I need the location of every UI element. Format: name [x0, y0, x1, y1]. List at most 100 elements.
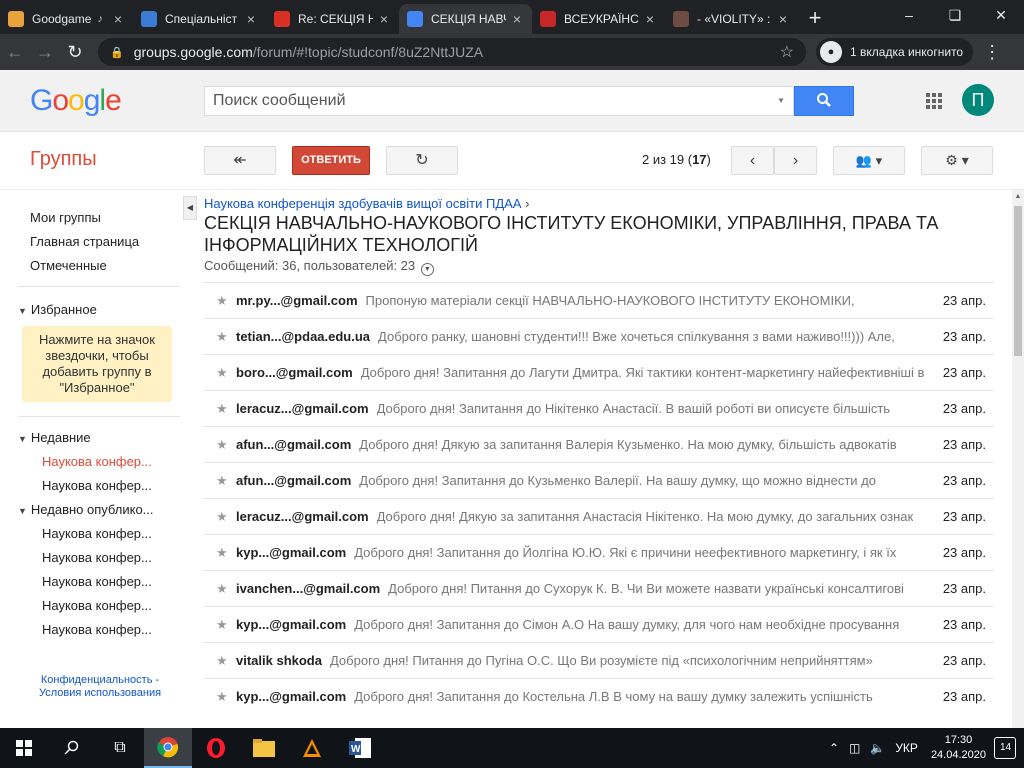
published-item[interactable]: Наукова конфер... [42, 574, 152, 589]
avatar[interactable]: П [962, 84, 994, 116]
star-icon[interactable]: ★ [216, 653, 236, 669]
tab-favicon-icon [540, 11, 556, 27]
browser-tab[interactable]: СЕКЦІЯ НАВЧ × [399, 4, 532, 34]
maximize-icon[interactable]: ❏ [932, 0, 978, 30]
forward-arrow-icon[interactable]: → [30, 42, 60, 63]
nav-my-groups[interactable]: Мои группы [30, 210, 101, 225]
star-icon[interactable]: ★ [216, 545, 236, 561]
browser-tab[interactable]: Спеціальніст × [133, 4, 266, 34]
url-field[interactable]: 🔒 groups.google.com/forum/#!topic/studco… [98, 38, 806, 66]
incognito-indicator[interactable]: ● 1 вкладка инкогнито [816, 38, 974, 66]
member-settings-button[interactable]: 👥 ▾ [833, 146, 905, 175]
star-icon[interactable]: ★ [216, 689, 236, 705]
message-row[interactable]: ★ leracuz...@gmail.com Доброго дня! Запита… [204, 390, 994, 426]
back-to-topics-button[interactable]: ↞ [204, 146, 276, 175]
prev-topic-button[interactable]: ‹ [731, 146, 774, 175]
back-arrow-icon[interactable]: ← [0, 42, 30, 63]
star-icon[interactable]: ★ [216, 509, 236, 525]
message-snippet: Доброго дня! Запитання до Йолгіна Ю.Ю. Я… [354, 545, 897, 560]
collapse-sidebar-icon[interactable]: ◀ [183, 196, 197, 220]
breadcrumb-group-link[interactable]: Наукова конференція здобувачів вищої осв… [204, 196, 521, 211]
privacy-link[interactable]: Конфиденциальность - [30, 674, 170, 687]
vertical-scrollbar[interactable]: ▲ [1012, 190, 1024, 728]
published-item[interactable]: Наукова конфер... [42, 526, 152, 541]
word-taskbar-icon[interactable]: W [336, 728, 384, 768]
star-icon[interactable]: ★ [216, 581, 236, 597]
file-explorer-icon[interactable] [240, 728, 288, 768]
message-row[interactable]: ★ vitalik shkoda Доброго дня! Питання до П… [204, 642, 994, 678]
recent-item[interactable]: Наукова конфер... [42, 478, 152, 493]
google-logo[interactable]: Google [30, 84, 122, 118]
close-window-icon[interactable]: ✕ [978, 0, 1024, 30]
message-row[interactable]: ★ kyp...@gmail.com Доброго дня! Запитання … [204, 678, 994, 714]
app-title[interactable]: Группы [30, 148, 97, 171]
nav-home[interactable]: Главная страница [30, 234, 139, 249]
reply-button[interactable]: ОТВЕТИТЬ [292, 146, 370, 175]
taskbar-clock[interactable]: 17:30 24.04.2020 [931, 733, 986, 763]
message-row[interactable]: ★ boro...@gmail.com Доброго дня! Запитання… [204, 354, 994, 390]
browser-tab[interactable]: Re: СЕКЦІЯ Н × [266, 4, 399, 34]
new-tab-button[interactable]: + [798, 4, 832, 34]
message-row[interactable]: ★ kyp...@gmail.com Доброго дня! Запитання … [204, 606, 994, 642]
recent-item[interactable]: Наукова конфер... [42, 454, 152, 469]
message-row[interactable]: ★ mr.py...@gmail.com Пропоную матеріали се… [204, 282, 994, 318]
browser-tab[interactable]: - «VIOLITY» : × [665, 4, 798, 34]
settings-gear-button[interactable]: ⚙ ▾ [921, 146, 993, 175]
opera-taskbar-icon[interactable] [192, 728, 240, 768]
chrome-menu-icon[interactable]: ⋮ [983, 42, 1001, 63]
language-indicator[interactable]: УКР [895, 741, 918, 755]
close-tab-icon[interactable]: × [510, 11, 524, 27]
star-icon[interactable]: ★ [216, 329, 236, 345]
star-icon[interactable]: ★ [216, 401, 236, 417]
browser-tab[interactable]: ВСЕУКРАЇНС × [532, 4, 665, 34]
message-row[interactable]: ★ ivanchen...@gmail.com Доброго дня! Питан… [204, 570, 994, 606]
close-tab-icon[interactable]: × [776, 11, 790, 27]
notifications-icon[interactable]: 14 [994, 737, 1016, 759]
published-item[interactable]: Наукова конфер... [42, 550, 152, 565]
recent-section[interactable]: ▼ Недавние [18, 430, 91, 445]
favorites-section[interactable]: ▼ Избранное [18, 302, 97, 317]
search-button[interactable] [794, 86, 854, 116]
message-row[interactable]: ★ tetian...@pdaa.edu.ua Доброго ранку, шан… [204, 318, 994, 354]
browser-tab[interactable]: Goodgame ♪ × [0, 4, 133, 34]
published-item[interactable]: Наукова конфер... [42, 598, 152, 613]
chrome-taskbar-icon[interactable] [144, 728, 192, 768]
tray-chevron-up-icon[interactable]: ⌃ [829, 741, 839, 755]
message-row[interactable]: ★ leracuz...@gmail.com Доброго дня! Дякую … [204, 498, 994, 534]
star-icon[interactable]: ★ [216, 293, 236, 309]
message-row[interactable]: ★ kyp...@gmail.com Доброго дня! Запитання … [204, 534, 994, 570]
star-icon[interactable]: ★ [216, 473, 236, 489]
scrollbar-thumb[interactable] [1014, 206, 1022, 356]
task-view-icon[interactable]: ⧉ [96, 728, 144, 768]
published-section[interactable]: ▼ Недавно опублико... [18, 502, 154, 517]
close-tab-icon[interactable]: × [111, 11, 125, 27]
search-options-dropdown-icon[interactable]: ▼ [777, 87, 785, 115]
scroll-up-icon[interactable]: ▲ [1012, 190, 1024, 204]
network-icon[interactable]: ◫ [849, 741, 860, 755]
close-tab-icon[interactable]: × [244, 11, 258, 27]
published-item[interactable]: Наукова конфер... [42, 622, 152, 637]
volume-icon[interactable]: 🔈 [870, 741, 885, 755]
search-input[interactable]: Поиск сообщений ▼ [204, 86, 794, 116]
nav-starred[interactable]: Отмеченные [30, 258, 107, 273]
search-icon[interactable] [48, 728, 96, 768]
star-icon[interactable]: ★ [216, 365, 236, 381]
minimize-icon[interactable]: – [886, 0, 932, 30]
expand-stats-icon[interactable]: ▼ [420, 263, 434, 276]
star-icon[interactable]: ★ [216, 437, 236, 453]
next-topic-button[interactable]: › [774, 146, 817, 175]
bookmark-star-icon[interactable]: ☆ [780, 42, 794, 62]
message-row[interactable]: ★ afun...@gmail.com Доброго дня! Запитання… [204, 462, 994, 498]
search-placeholder: Поиск сообщений [213, 92, 346, 109]
vlc-taskbar-icon[interactable] [288, 728, 336, 768]
reload-icon[interactable]: ↻ [60, 42, 90, 63]
close-tab-icon[interactable]: × [377, 11, 391, 27]
refresh-button[interactable]: ↻ [386, 146, 458, 175]
tab-audio-icon[interactable]: ♪ [98, 13, 104, 25]
close-tab-icon[interactable]: × [643, 11, 657, 27]
apps-grid-icon[interactable] [926, 93, 942, 109]
terms-link[interactable]: Условия использования [30, 687, 170, 700]
star-icon[interactable]: ★ [216, 617, 236, 633]
windows-start-icon[interactable] [0, 728, 48, 768]
message-row[interactable]: ★ afun...@gmail.com Доброго дня! Дякую за … [204, 426, 994, 462]
